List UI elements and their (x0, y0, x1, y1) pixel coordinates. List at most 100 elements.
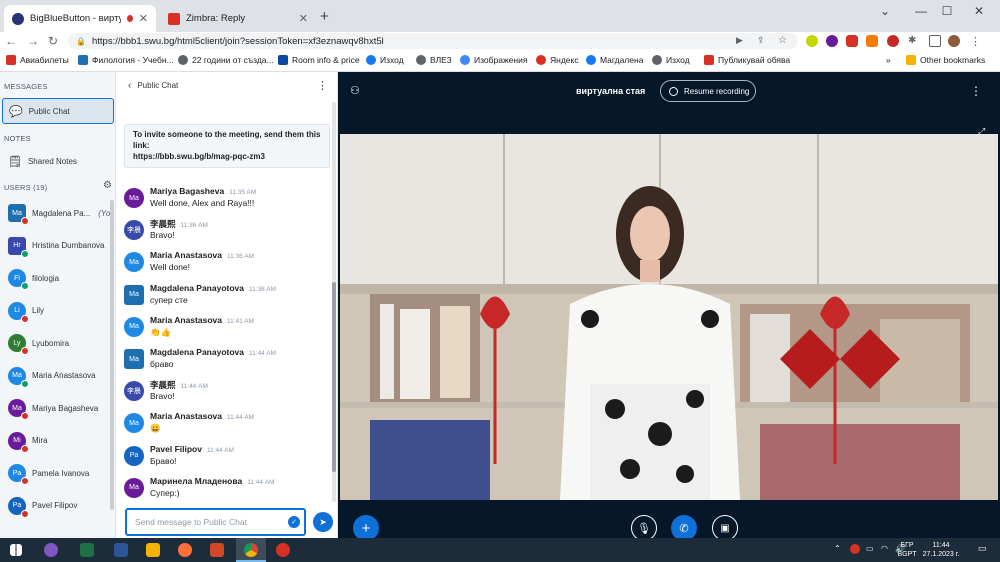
bookmark-item[interactable]: Яндекс (536, 55, 579, 65)
puzzle-icon[interactable]: ✱ (908, 35, 920, 47)
extension-icon[interactable] (887, 35, 899, 47)
bookmark-item[interactable]: Авиабилеты (6, 55, 69, 65)
url-bar[interactable]: 🔒 https://bbb1.swu.bg/html5client/join?s… (68, 33, 798, 49)
file-explorer-icon[interactable] (146, 543, 160, 557)
antivirus-icon[interactable] (850, 544, 860, 554)
yandex-browser-icon[interactable] (276, 543, 290, 557)
avatar-initials: Ly (13, 339, 21, 347)
cortana-icon[interactable] (44, 543, 58, 557)
share-icon[interactable]: ⇪ (757, 35, 769, 47)
star-icon[interactable]: ☆ (778, 35, 790, 47)
user-list-item[interactable]: Ma Maria Anastasova (0, 361, 112, 391)
windows-start-icon[interactable] (10, 544, 22, 556)
wifi-icon[interactable]: ◠ (881, 544, 888, 553)
back-icon[interactable]: ← (4, 34, 18, 48)
reload-icon[interactable]: ↻ (46, 34, 60, 48)
message-text: Well done! (150, 262, 191, 273)
tab-bigbluebutton[interactable]: BigBlueButton - виртуална с ✕ (4, 5, 156, 32)
word-icon[interactable] (114, 543, 128, 557)
avatar: Ma (124, 477, 144, 498)
user-list-item[interactable]: Li Lily (0, 296, 112, 326)
tab-zimbra[interactable]: Zimbra: Reply ✕ (160, 5, 316, 32)
user-list-item[interactable]: Fi filologia (0, 263, 112, 293)
chat-scrollbar-thumb[interactable] (332, 282, 336, 472)
message-time: 11:35 AM (229, 189, 257, 196)
invite-text: To invite someone to the meeting, send t… (133, 130, 321, 150)
extension-icon[interactable] (826, 35, 838, 47)
excel-icon[interactable] (80, 543, 94, 557)
bookmark-item[interactable]: Филология - Учебн... (78, 55, 174, 65)
network-icon[interactable]: ▭ (866, 544, 874, 553)
facebook-icon (586, 55, 596, 65)
bookmark-item[interactable]: Изход (652, 55, 690, 65)
bookmark-label: 22 години от създа... (192, 55, 274, 65)
close-icon[interactable]: ✕ (299, 12, 308, 25)
bookmark-label: Яндекс (550, 55, 579, 65)
chat-icon: 💬 (9, 105, 23, 118)
menu-dots-icon[interactable]: ⋮ (970, 35, 982, 48)
bookmark-item[interactable]: 22 години от създа... (178, 55, 274, 65)
extension-icon[interactable] (846, 35, 858, 47)
user-list-item[interactable]: Ma Mariya Bagasheva (0, 393, 112, 423)
user-list-item[interactable]: Pa Pamela Ivanova (0, 458, 112, 488)
send-button[interactable]: ➤ (313, 512, 333, 532)
sidepanel-icon[interactable] (929, 35, 941, 47)
bookmark-item[interactable]: Изображения (460, 55, 527, 65)
user-list-scrollbar[interactable] (110, 200, 114, 510)
user-list-item[interactable]: Hr Hristina Dumbanova (0, 231, 112, 261)
language-indicator[interactable]: БГР BGPT (896, 541, 918, 559)
user-name: filologia (32, 273, 60, 283)
close-icon[interactable]: ✕ (139, 12, 148, 25)
new-tab-button[interactable]: + (320, 8, 329, 25)
user-list-item[interactable]: MaMagdalena Pa...(You) (0, 198, 112, 228)
clock[interactable]: 11:44 27.1.2023 г. (918, 541, 964, 559)
maximize-button[interactable]: ☐ (932, 4, 962, 18)
resume-recording-button[interactable]: Resume recording (660, 80, 756, 102)
chevron-down-icon[interactable]: ⌄ (870, 4, 900, 18)
avatar-initials: Fi (14, 274, 20, 282)
message-text: браво (150, 359, 174, 369)
bookmark-item[interactable]: ВЛЕЗ (416, 55, 452, 65)
users-toggle-icon[interactable]: ⚇ (350, 84, 360, 97)
avatar: Ma (124, 413, 144, 434)
profile-avatar[interactable] (948, 35, 960, 47)
message-time: 11:44 AM (249, 350, 276, 357)
chat-message: Pa Pavel Filipov 11:44 AM Браво! (124, 444, 324, 474)
avatar-initials: Ma (129, 194, 139, 202)
message-time: 11:44 AM (226, 414, 254, 422)
user-name: Mira (32, 436, 48, 445)
camera-icon[interactable]: ▶ (736, 35, 748, 47)
other-bookmarks[interactable]: Other bookmarks (906, 55, 985, 65)
chat-message: 李晨 李晨熙 11:44 AM Bravo! (124, 379, 324, 409)
shared-notes-item[interactable]: 🗒 Shared Notes (2, 148, 114, 174)
chat-message: Ma Mariya Bagasheva 11:35 AM Well done, Ale… (124, 186, 324, 216)
invite-link[interactable]: https://bbb.swu.bg/b/mag-pqc-zm3 (133, 151, 321, 162)
chat-input-placeholder: Send message to Public Chat (135, 517, 247, 527)
bookmark-item[interactable]: Room info & price (278, 55, 360, 65)
bookmark-item[interactable]: Публикувай обява (704, 55, 790, 65)
user-list-item[interactable]: Pa Pavel Filipov (0, 491, 112, 521)
chevron-up-icon[interactable]: ⌃ (834, 544, 841, 553)
chrome-icon[interactable] (244, 543, 258, 557)
menu-dots-icon[interactable]: ⋮ (317, 79, 328, 92)
powerpoint-icon[interactable] (210, 543, 224, 557)
extension-icon[interactable] (806, 35, 818, 47)
public-chat-item[interactable]: 💬 Public Chat (2, 98, 114, 124)
chat-message-input[interactable]: Send message to Public Chat ✓ (125, 508, 306, 536)
user-list-item[interactable]: Mi Mira (0, 426, 112, 456)
firefox-icon[interactable] (178, 543, 192, 557)
menu-dots-icon[interactable]: ⋮ (970, 84, 982, 98)
bookmark-item[interactable]: Магдалена (586, 55, 643, 65)
avatar: Pa (8, 496, 29, 518)
forward-icon[interactable]: → (26, 34, 40, 48)
close-window-button[interactable]: ✕ (964, 4, 994, 18)
user-list-item[interactable]: Ly Lyubomira (0, 328, 112, 358)
bookmark-item[interactable]: Изход (366, 55, 404, 65)
avatar-initials: Hr (13, 242, 21, 249)
chevron-left-icon[interactable]: ‹ (128, 80, 131, 91)
bookmarks-overflow-icon[interactable]: » (886, 55, 891, 65)
extension-icon[interactable] (866, 35, 878, 47)
avatar: Mi (8, 431, 29, 453)
gear-icon[interactable]: ⚙ (103, 180, 112, 191)
notifications-icon[interactable]: ▭ (978, 544, 987, 553)
